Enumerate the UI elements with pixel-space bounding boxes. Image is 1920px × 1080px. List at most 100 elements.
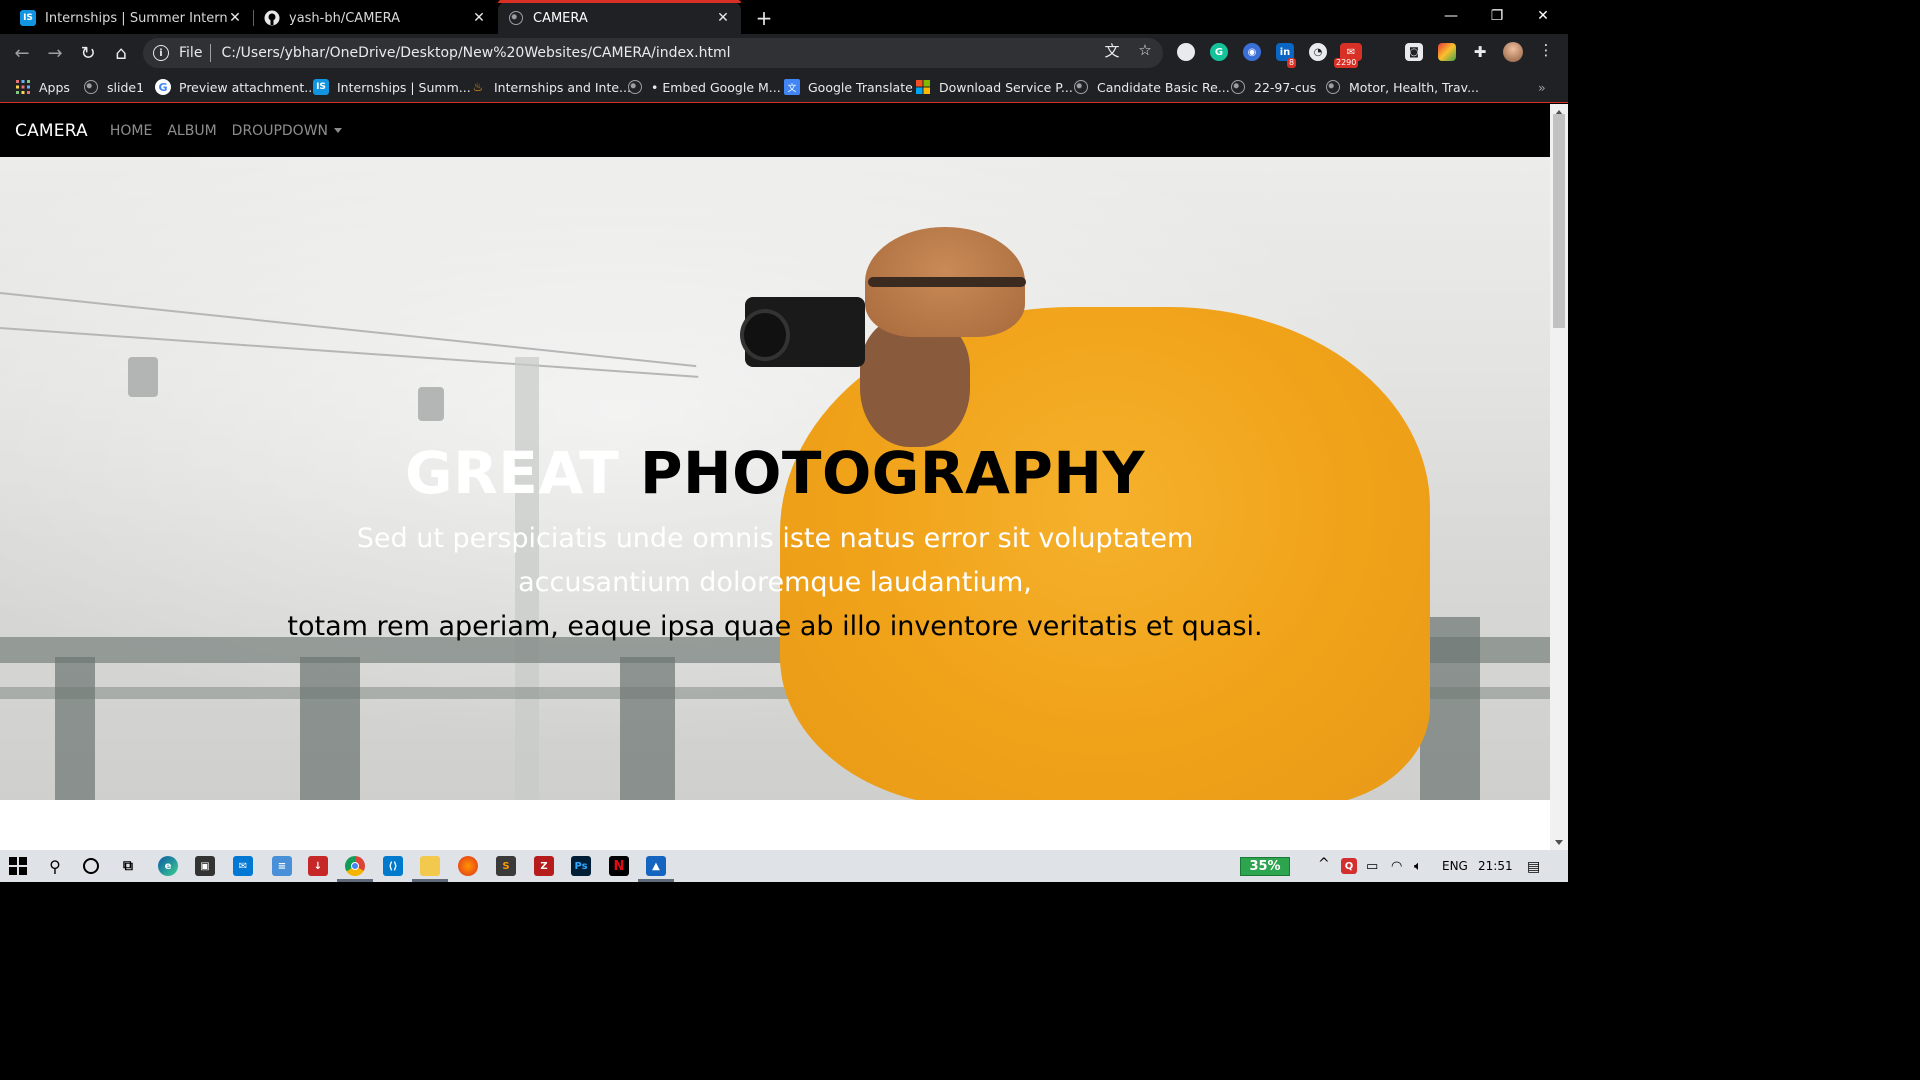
bookmark-google-translate[interactable]: 文 Google Translate	[784, 78, 913, 96]
bookmark-22-97-cus[interactable]: 22-97-cus	[1230, 78, 1316, 96]
active-app-indicator	[638, 879, 674, 882]
bookmark-embed-google[interactable]: • Embed Google M...	[627, 78, 781, 96]
forward-icon[interactable]: →	[41, 39, 69, 67]
volume-icon[interactable]: 🔈︎	[1414, 859, 1422, 874]
wifi-icon[interactable]: ◠	[1391, 859, 1402, 874]
railing-post	[55, 657, 95, 800]
task-view-icon[interactable]: ⧉	[118, 856, 138, 876]
extension-record-icon[interactable]	[1177, 43, 1195, 61]
close-window-button[interactable]: ✕	[1520, 0, 1566, 32]
tray-chevron-up-icon[interactable]: ^	[1318, 856, 1330, 872]
tab-label: yash-bh/CAMERA	[289, 10, 401, 26]
search-icon[interactable]: ⚲	[45, 856, 65, 876]
hero-title-word2: PHOTOGRAPHY	[640, 439, 1145, 507]
new-tab-button[interactable]: +	[752, 6, 776, 30]
bookmark-slide1[interactable]: slide1	[83, 78, 144, 96]
close-icon[interactable]: ✕	[471, 10, 487, 26]
active-app-indicator	[412, 879, 448, 882]
bookmark-apps[interactable]: Apps	[15, 78, 70, 96]
bookmark-internships[interactable]: IS Internships | Summ...	[313, 78, 471, 96]
browser-toolbar: ← → ↻ ⌂ i File C:/Users/ybhar/OneDrive/D…	[0, 34, 1568, 72]
extension-eyes-icon[interactable]: ◉	[1243, 43, 1261, 61]
mail-app-icon[interactable]: ✉	[233, 856, 253, 876]
tab-github[interactable]: yash-bh/CAMERA ✕	[254, 2, 497, 34]
extension-colorful-icon[interactable]	[1438, 43, 1456, 61]
folder-icon[interactable]	[420, 856, 440, 876]
tab-internships[interactable]: IS Internships | Summer Internship ✕	[10, 2, 253, 34]
grammarly-icon[interactable]: G	[1210, 43, 1228, 61]
hero-banner: GREAT PHOTOGRAPHY Sed ut perspiciatis un…	[0, 157, 1550, 800]
divider	[210, 44, 212, 62]
battery-icon[interactable]: ▭	[1366, 859, 1378, 874]
language-indicator[interactable]: ENG	[1442, 859, 1468, 873]
nav-dropdown[interactable]: DROUPDOWN	[231, 122, 343, 139]
filezilla-icon[interactable]: Z	[534, 856, 554, 876]
more-menu-icon[interactable]: ⋮	[1537, 41, 1555, 59]
star-icon[interactable]: ☆	[1136, 41, 1154, 59]
quick-heal-icon[interactable]: Q	[1341, 858, 1357, 874]
taskbar: ⚲ ⧉ e ▣ ✉ ≡ ↓ ⟨⟩ S Z Ps N ▲ 35% ^ Q ▭ ◠ …	[0, 850, 1568, 882]
download-app-icon[interactable]: ↓	[308, 856, 328, 876]
railing-post	[300, 657, 360, 800]
avatar[interactable]	[1503, 42, 1523, 62]
github-icon	[264, 10, 280, 26]
cable-car	[418, 387, 444, 421]
address-bar[interactable]: i File C:/Users/ybhar/OneDrive/Desktop/N…	[143, 38, 1163, 68]
active-app-indicator	[337, 879, 373, 882]
bookmark-label: Preview attachment...	[179, 79, 317, 95]
file-app-icon[interactable]: ≡	[272, 856, 292, 876]
bookmark-motor-health[interactable]: Motor, Health, Trav...	[1325, 78, 1479, 96]
web-page: CAMERA HOME ALBUM DROUPDOWN GREAT PHOTOG…	[0, 104, 1550, 850]
netflix-icon[interactable]: N	[609, 856, 629, 876]
bookmark-label: slide1	[107, 79, 145, 95]
battery-indicator[interactable]: 35%	[1240, 857, 1290, 876]
translate-icon: 文	[784, 79, 800, 95]
bookmark-preview[interactable]: G Preview attachment...	[155, 78, 316, 96]
bookmark-internships-inte[interactable]: ♨ Internships and Inte...	[470, 78, 631, 96]
bookmark-label: Candidate Basic Re...	[1097, 79, 1230, 95]
scroll-down-icon[interactable]	[1555, 840, 1563, 845]
close-icon[interactable]: ✕	[715, 10, 731, 26]
info-icon[interactable]: i	[153, 45, 169, 61]
nav-home[interactable]: HOME	[110, 123, 152, 139]
bookmark-label: Internships | Summ...	[337, 79, 471, 95]
site-brand[interactable]: CAMERA	[15, 121, 88, 141]
sublime-icon[interactable]: S	[496, 856, 516, 876]
page-below-hero	[0, 800, 1550, 850]
page-scrollbar[interactable]	[1550, 104, 1568, 850]
photoshop-icon[interactable]: Ps	[571, 856, 591, 876]
nav-album[interactable]: ALBUM	[167, 123, 216, 139]
cable-car	[128, 357, 158, 397]
vscode-icon[interactable]: ⟨⟩	[383, 856, 403, 876]
puzzle-icon[interactable]: ✚	[1471, 43, 1489, 61]
camera-extension-icon[interactable]: ◙	[1405, 43, 1423, 61]
nav-dropdown-label: DROUPDOWN	[231, 122, 329, 139]
back-icon[interactable]: ←	[8, 39, 36, 67]
bookmark-download-service[interactable]: Download Service P...	[915, 78, 1073, 96]
restore-button[interactable]: ❐	[1474, 0, 1520, 32]
reload-icon[interactable]: ↻	[74, 39, 102, 67]
photos-icon[interactable]: ▲	[646, 856, 666, 876]
speed-icon[interactable]: ◔	[1309, 43, 1327, 61]
cortana-icon[interactable]	[81, 856, 101, 876]
edge-icon[interactable]: e	[158, 856, 178, 876]
minimize-button[interactable]: —	[1428, 0, 1474, 32]
firefox-icon[interactable]	[458, 856, 478, 876]
url-text[interactable]: C:/Users/ybhar/OneDrive/Desktop/New%20We…	[221, 45, 730, 61]
clock-time[interactable]: 21:51	[1478, 859, 1513, 873]
bookmark-candidate[interactable]: Candidate Basic Re...	[1073, 78, 1230, 96]
close-icon[interactable]: ✕	[227, 10, 243, 26]
tab-camera[interactable]: CAMERA ✕	[498, 0, 741, 34]
home-icon[interactable]: ⌂	[107, 39, 135, 67]
windows-start-icon[interactable]	[8, 856, 28, 876]
bookmarks-overflow-icon[interactable]: »	[1538, 78, 1546, 96]
scrollbar-thumb[interactable]	[1553, 114, 1565, 328]
notification-icon[interactable]: ▤	[1527, 859, 1540, 875]
chrome-icon[interactable]	[345, 856, 365, 876]
translate-icon[interactable]: 文	[1103, 41, 1121, 60]
bookmark-label: Download Service P...	[939, 79, 1073, 95]
globe-icon	[627, 79, 643, 95]
hat-band	[868, 277, 1026, 287]
hero-title: GREAT PHOTOGRAPHY	[0, 437, 1550, 509]
store-icon[interactable]: ▣	[195, 856, 215, 876]
